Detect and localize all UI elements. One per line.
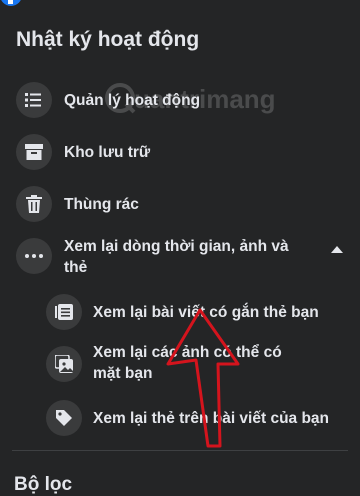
menu-item-review-timeline[interactable]: Xem lại dòng thời gian, ảnh và thẻ [0,236,360,280]
menu-item-label: Xem lại dòng thời gian, ảnh và thẻ [64,238,289,276]
tag-icon [46,400,82,436]
submenu-item-label: Xem lại thẻ trên bài viết của bạn [93,410,330,427]
submenu-item-label: Xem lại các ảnh có thể có mặt bạn [93,344,282,382]
profile-avatar[interactable] [0,0,22,6]
chevron-up-icon[interactable] [330,244,344,254]
trash-icon [16,186,52,222]
submenu-item-label: Xem lại bài viết có gắn thẻ bạn [93,304,319,321]
post-icon [46,294,82,330]
archive-icon [16,134,52,170]
section-divider [12,450,348,451]
more-icon [16,238,52,274]
photo-icon [46,346,82,382]
menu-item-manage-activity[interactable]: Quản lý hoạt động [0,80,360,120]
list-icon [16,82,52,118]
filter-heading: Bộ lọc [14,474,73,495]
submenu-item-photos[interactable]: Xem lại các ảnh có thể có mặt bạn [0,342,360,388]
menu-item-archive[interactable]: Kho lưu trữ [0,132,360,172]
submenu-item-tagged-posts[interactable]: Xem lại bài viết có gắn thẻ bạn [0,292,360,332]
menu-item-label: Quản lý hoạt động [64,92,201,109]
menu-item-label: Kho lưu trữ [64,144,151,161]
page-title: Nhật ký hoạt động [16,28,200,51]
menu-item-trash[interactable]: Thùng rác [0,184,360,224]
submenu-item-tags-on-posts[interactable]: Xem lại thẻ trên bài viết của bạn [0,398,360,438]
menu-item-label: Thùng rác [64,196,139,213]
